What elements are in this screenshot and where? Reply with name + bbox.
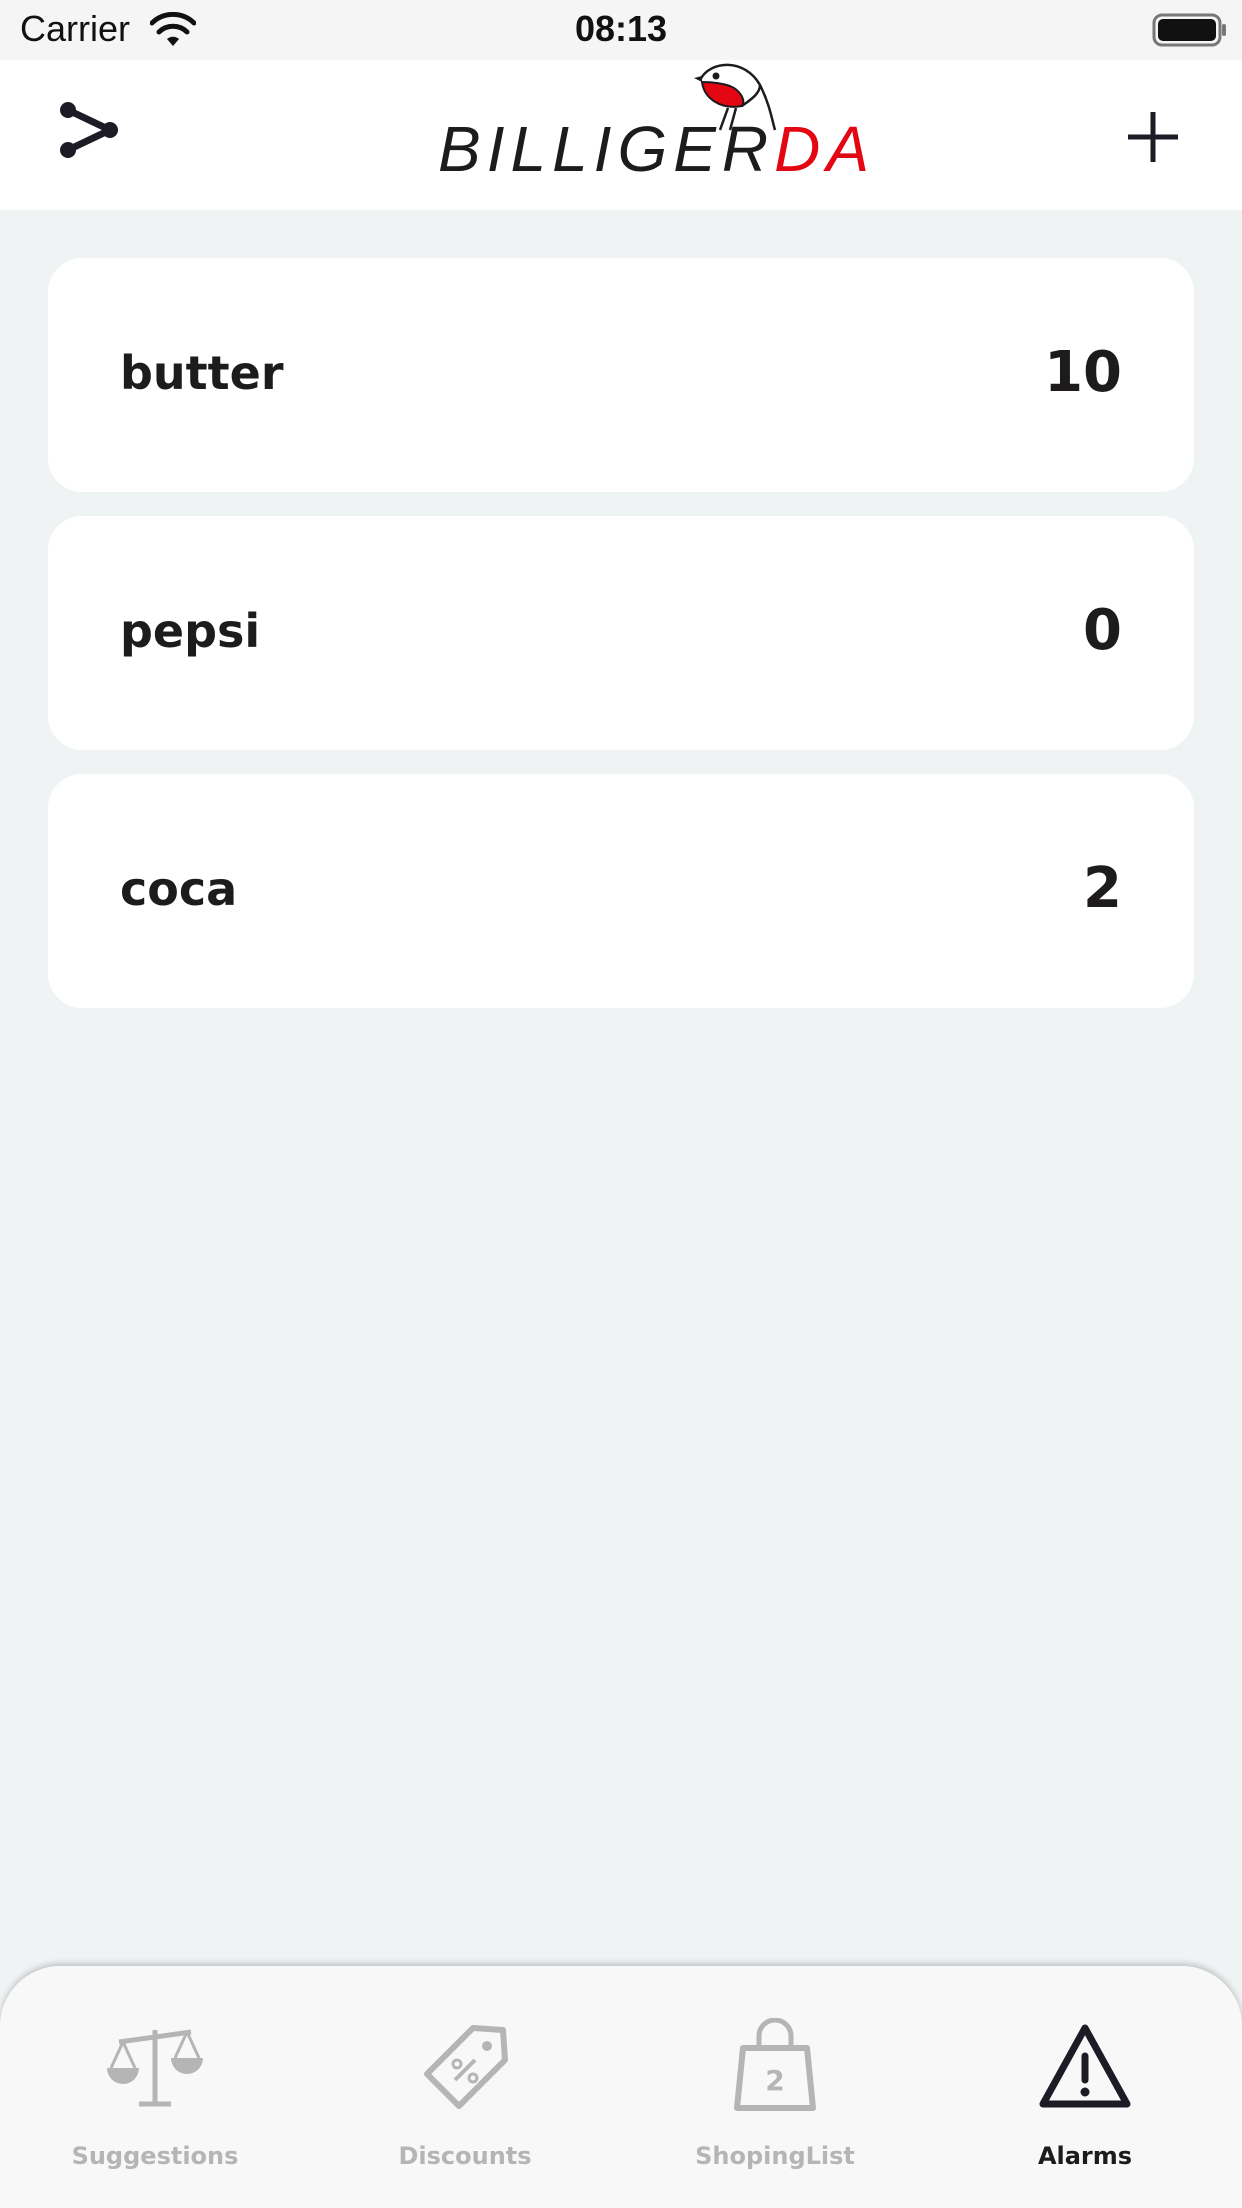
- alarm-list: butter 10 pepsi 0 coca 2: [48, 258, 1194, 1032]
- alarm-value: 2: [1083, 856, 1122, 921]
- logo-text: BILLIGERDA: [438, 112, 875, 186]
- tab-alarms[interactable]: Alarms: [930, 1966, 1240, 2208]
- alarm-value: 10: [1044, 340, 1122, 405]
- alarm-item-pepsi[interactable]: pepsi 0: [48, 516, 1194, 750]
- discount-tag-icon: [424, 2025, 508, 2109]
- tab-shopinglist[interactable]: 2 ShopingList: [620, 1966, 930, 2208]
- alarm-name: coca: [120, 862, 238, 916]
- share-icon: [60, 102, 118, 158]
- tab-label: Discounts: [398, 2142, 532, 2170]
- billigerda-logo: BILLIGERDA: [430, 60, 869, 210]
- shopping-bag-badge: 2: [765, 2064, 784, 2097]
- nav-bar: BILLIGERDA: [0, 60, 1242, 210]
- scale-icon: [107, 2029, 203, 2107]
- shopping-bag-icon: 2: [734, 2018, 816, 2111]
- alarm-item-coca[interactable]: coca 2: [48, 774, 1194, 1008]
- status-bar: Carrier 08:13: [0, 0, 1242, 60]
- alarm-value: 0: [1083, 598, 1122, 663]
- alarm-item-butter[interactable]: butter 10: [48, 258, 1194, 492]
- add-alarm-button[interactable]: [1108, 92, 1198, 182]
- share-button[interactable]: [44, 92, 134, 182]
- tab-discounts[interactable]: Discounts: [310, 1966, 620, 2208]
- plus-icon: [1128, 112, 1178, 162]
- warning-icon: [1039, 2024, 1131, 2108]
- tab-bar: Suggestions Discounts 2 ShopingList Alar…: [0, 1966, 1242, 2208]
- screen: Carrier 08:13 BILLIGERDA butter 10 pepsi…: [0, 0, 1242, 2208]
- tab-label: ShopingList: [695, 2142, 855, 2170]
- tab-label: Alarms: [1037, 2142, 1133, 2170]
- logo-text-left: BILLIGER: [438, 113, 775, 185]
- battery-icon: [1152, 13, 1226, 47]
- alarm-name: butter: [120, 346, 284, 400]
- tab-suggestions[interactable]: Suggestions: [0, 1966, 310, 2208]
- alarm-name: pepsi: [120, 604, 261, 658]
- logo-text-right: DA: [774, 113, 876, 185]
- clock: 08:13: [574, 8, 668, 49]
- tab-label: Suggestions: [71, 2142, 239, 2170]
